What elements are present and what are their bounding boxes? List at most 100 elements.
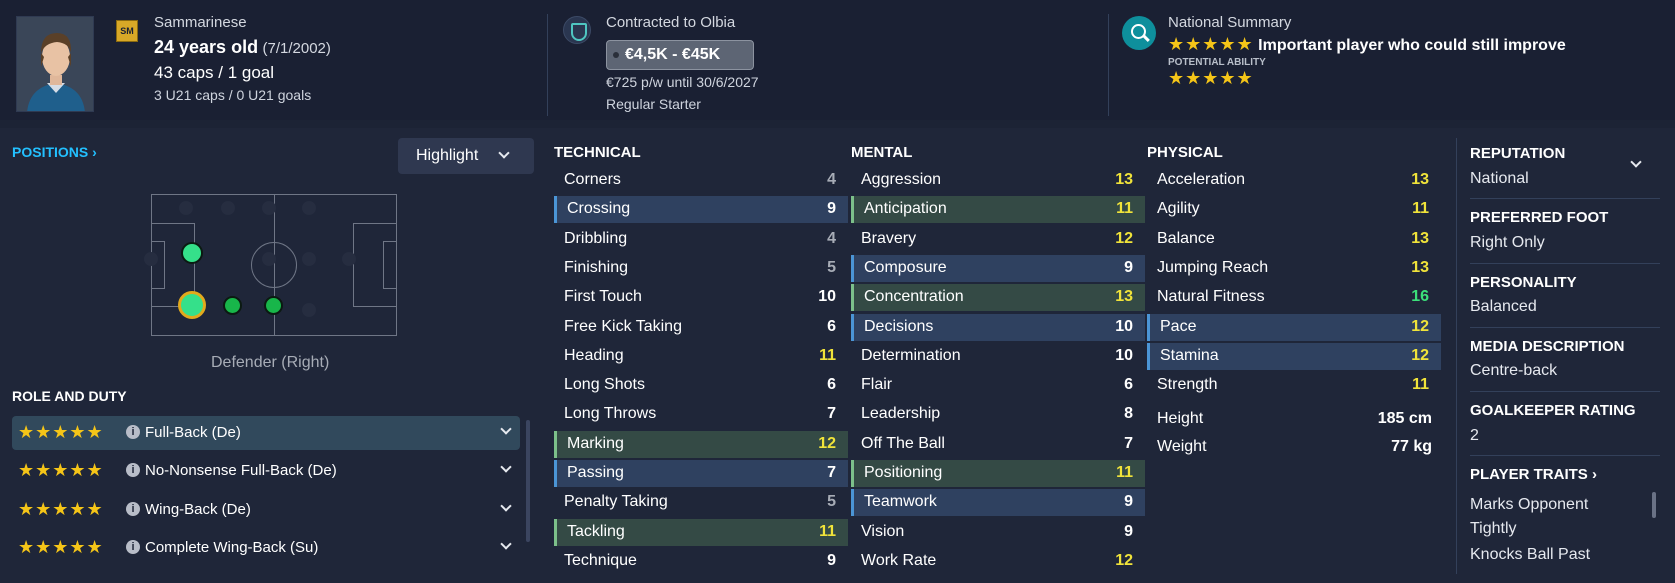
attribute-value: 7 (1124, 435, 1133, 452)
chevron-down-icon[interactable] (500, 538, 512, 550)
chevron-down-icon[interactable] (500, 423, 512, 435)
chevron-down-icon[interactable] (500, 461, 512, 473)
technical-attribute-row[interactable]: Passing 7 (554, 460, 848, 487)
attribute-name: Long Throws (564, 405, 657, 422)
physical-attribute-row[interactable]: Acceleration 13 (1147, 167, 1441, 194)
attribute-name: Composure (864, 259, 947, 276)
technical-attribute-row[interactable]: Long Shots 6 (554, 372, 848, 399)
position-marker-centre-back[interactable] (264, 296, 283, 315)
attribute-value: 11 (819, 523, 836, 540)
summary-text: Important player who could still improve (1258, 37, 1566, 54)
mental-attribute-row[interactable]: Anticipation 11 (851, 196, 1145, 223)
transfer-value[interactable]: €4,5K - €45K (606, 40, 754, 70)
position-marker-wingback[interactable] (181, 242, 203, 264)
attribute-name: Aggression (861, 171, 942, 188)
mental-attribute-row[interactable]: Work Rate 12 (851, 548, 1145, 575)
mental-attribute-row[interactable]: Flair 6 (851, 372, 1145, 399)
mental-attribute-row[interactable]: Concentration 13 (851, 284, 1145, 311)
mental-attribute-row[interactable]: Aggression 13 (851, 167, 1145, 194)
traits-scrollbar[interactable] (1652, 492, 1656, 518)
info-icon[interactable]: i (126, 463, 140, 477)
highlight-dropdown[interactable]: Highlight (398, 138, 534, 174)
position-slot (179, 201, 193, 215)
physical-attribute-row[interactable]: Stamina 12 (1147, 343, 1441, 370)
position-marker-right-back[interactable] (178, 291, 206, 319)
technical-attribute-row[interactable]: Free Kick Taking 6 (554, 314, 848, 341)
technical-attribute-row[interactable]: Crossing 9 (554, 196, 848, 223)
mental-attribute-row[interactable]: Leadership 8 (851, 401, 1145, 428)
physical-attribute-row[interactable]: Balance 13 (1147, 226, 1441, 253)
chevron-down-icon[interactable] (500, 500, 512, 512)
nation-flag-icon: SM (116, 20, 138, 42)
technical-attribute-row[interactable]: First Touch 10 (554, 284, 848, 311)
player-traits-link[interactable]: PLAYER TRAITS › (1470, 466, 1597, 483)
positions-link[interactable]: POSITIONS › (12, 144, 97, 160)
mental-attribute-row[interactable]: Bravery 12 (851, 226, 1145, 253)
mental-attribute-row[interactable]: Off The Ball 7 (851, 431, 1145, 458)
technical-attribute-row[interactable]: Technique 9 (554, 548, 848, 575)
search-icon[interactable] (1122, 16, 1156, 50)
role-name: Wing-Back (De) (145, 501, 251, 518)
mental-attribute-row[interactable]: Vision 9 (851, 519, 1145, 546)
mental-attribute-row[interactable]: Positioning 11 (851, 460, 1145, 487)
physical-attribute-row[interactable]: Agility 11 (1147, 196, 1441, 223)
physical-attribute-row[interactable]: Strength 11 (1147, 372, 1441, 399)
role-row[interactable]: ★★★★★ i Full-Back (De) (12, 416, 520, 450)
position-marker-centre-back[interactable] (223, 296, 242, 315)
technical-attribute-row[interactable]: Dribbling 4 (554, 226, 848, 253)
mental-attribute-row[interactable]: Teamwork 9 (851, 489, 1145, 516)
attribute-name: Vision (861, 523, 905, 540)
attribute-value: 9 (1124, 523, 1133, 540)
attribute-value: 12 (1115, 552, 1133, 569)
attribute-name: Decisions (864, 318, 934, 335)
position-slot (302, 252, 316, 266)
header-divider (1108, 14, 1109, 116)
right-goal-box (383, 241, 397, 289)
position-slot (262, 252, 276, 266)
attribute-value: 13 (1411, 259, 1429, 276)
technical-attribute-row[interactable]: Penalty Taking 5 (554, 489, 848, 516)
attribute-value: 11 (1116, 200, 1133, 217)
attribute-name: Teamwork (864, 493, 937, 510)
divider (1470, 327, 1660, 328)
role-row[interactable]: ★★★★★ i Complete Wing-Back (Su) (12, 531, 520, 565)
mental-attribute-row[interactable]: Determination 10 (851, 343, 1145, 370)
attribute-name: Acceleration (1157, 171, 1246, 188)
attribute-name: Jumping Reach (1157, 259, 1269, 276)
attribute-value: 9 (1124, 259, 1133, 276)
role-row[interactable]: ★★★★★ i Wing-Back (De) (12, 493, 520, 527)
attribute-value: 11 (1412, 376, 1429, 393)
attribute-name: Free Kick Taking (564, 318, 682, 335)
technical-attribute-row[interactable]: Long Throws 7 (554, 401, 848, 428)
technical-attribute-row[interactable]: Finishing 5 (554, 255, 848, 282)
attribute-value: 8 (1124, 405, 1133, 422)
info-icon[interactable]: i (126, 502, 140, 516)
role-stars: ★★★★★ (18, 499, 104, 519)
physical-attribute-row[interactable]: Pace 12 (1147, 314, 1441, 341)
mental-attribute-row[interactable]: Decisions 10 (851, 314, 1145, 341)
technical-attribute-row[interactable]: Tackling 11 (554, 519, 848, 546)
technical-attribute-row[interactable]: Marking 12 (554, 431, 848, 458)
roles-scrollbar[interactable] (526, 420, 530, 542)
physical-attribute-row[interactable]: Natural Fitness 16 (1147, 284, 1441, 311)
attribute-name: Flair (861, 376, 893, 393)
info-icon[interactable]: i (126, 425, 140, 439)
mental-attribute-row[interactable]: Composure 9 (851, 255, 1145, 282)
media-description-label: MEDIA DESCRIPTION (1470, 338, 1625, 355)
attribute-name: Long Shots (564, 376, 645, 393)
potential-ability-stars: ★★★★★ (1168, 68, 1254, 88)
position-slot (144, 252, 158, 266)
technical-attribute-row[interactable]: Heading 11 (554, 343, 848, 370)
physical-attribute-row[interactable]: Jumping Reach 13 (1147, 255, 1441, 282)
attribute-value: 13 (1411, 230, 1429, 247)
attribute-value: 6 (827, 376, 836, 393)
info-icon[interactable]: i (126, 540, 140, 554)
attribute-value: 10 (1115, 347, 1133, 364)
role-row[interactable]: ★★★★★ i No-Nonsense Full-Back (De) (12, 454, 520, 488)
club-badge-icon[interactable] (563, 16, 591, 44)
attribute-name: Balance (1157, 230, 1215, 247)
attribute-value: 9 (1124, 493, 1133, 510)
attribute-value: 10 (1115, 318, 1133, 335)
technical-attribute-row[interactable]: Corners 4 (554, 167, 848, 194)
trait-item: Knocks Ball Past (1470, 546, 1591, 563)
